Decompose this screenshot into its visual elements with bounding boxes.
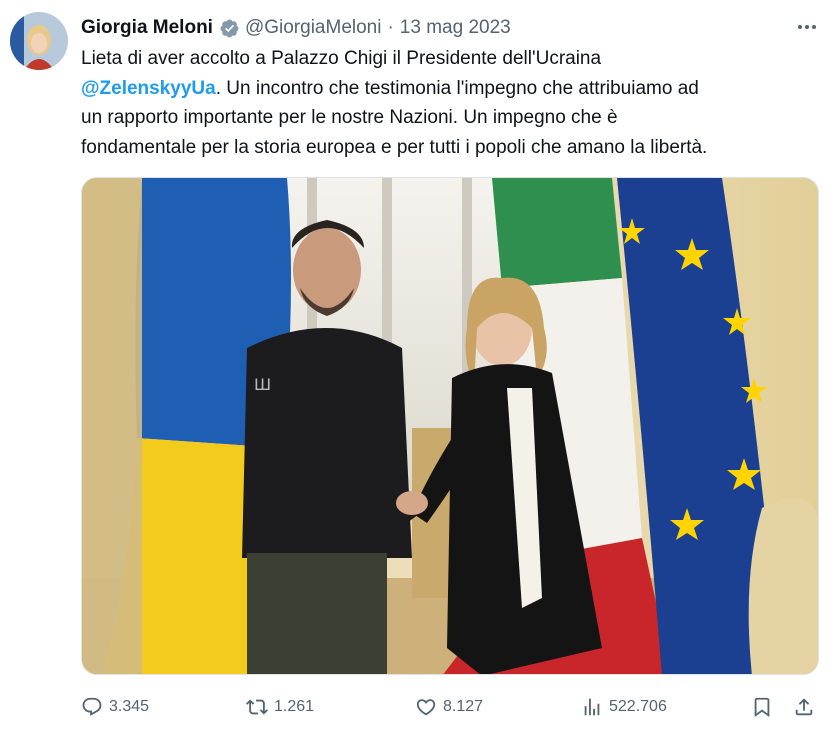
retweet-button[interactable]: 1.261	[246, 690, 314, 724]
reply-count: 3.345	[109, 698, 150, 715]
reply-button[interactable]: 3.345	[81, 690, 149, 724]
photo-image: Ш	[82, 178, 818, 674]
bookmark-button[interactable]	[751, 690, 779, 724]
retweet-count: 1.261	[274, 698, 315, 715]
author-handle[interactable]: @GiorgiaMeloni	[245, 17, 382, 39]
svg-text:Ш: Ш	[254, 375, 271, 394]
tweet-text: Lieta di aver accolto a Palazzo Chigi il…	[81, 44, 821, 162]
views-button[interactable]: 522.706	[581, 690, 667, 724]
tweet-text-line-1: Lieta di aver accolto a Palazzo Chigi il…	[81, 48, 602, 69]
tweet-text-line-2-rest: . Un incontro che testimonia l'impegno c…	[215, 77, 699, 99]
share-icon	[795, 698, 813, 716]
like-count: 8.127	[443, 698, 484, 715]
tweet-text-line-3: un rapporto importante per le nostre Naz…	[81, 107, 618, 128]
mention-link[interactable]: @ZelenskyyUa	[81, 78, 216, 99]
tweet-card[interactable]: Giorgia Meloni @GiorgiaMeloni · 13 mag 2…	[0, 0, 834, 730]
share-button[interactable]	[793, 690, 821, 724]
reply-icon	[82, 697, 102, 716]
avatar[interactable]	[10, 12, 68, 70]
verified-badge-icon	[220, 19, 239, 37]
tweet-date[interactable]: 13 mag 2023	[400, 17, 511, 39]
tweet-header: Giorgia Meloni @GiorgiaMeloni · 13 mag 2…	[81, 15, 511, 41]
tweet-text-line-4: fondamentale per la storia europea e per…	[81, 136, 708, 158]
author-name[interactable]: Giorgia Meloni	[81, 17, 213, 39]
bookmark-icon	[754, 697, 770, 718]
retweet-icon	[246, 699, 268, 715]
header-separator: ·	[387, 17, 394, 38]
tweet-photo[interactable]: Ш	[81, 177, 819, 675]
heart-icon	[416, 699, 436, 716]
action-bar: 3.345 1.261 8.127 522.706	[81, 690, 821, 724]
avatar-image	[10, 12, 68, 70]
views-chart-icon	[584, 698, 600, 716]
more-options-icon[interactable]	[794, 16, 820, 38]
like-button[interactable]: 8.127	[415, 690, 483, 724]
tweet-text-line-2: @ZelenskyyUa. Un incontro che testimonia…	[81, 74, 821, 104]
views-count: 522.706	[609, 698, 667, 715]
